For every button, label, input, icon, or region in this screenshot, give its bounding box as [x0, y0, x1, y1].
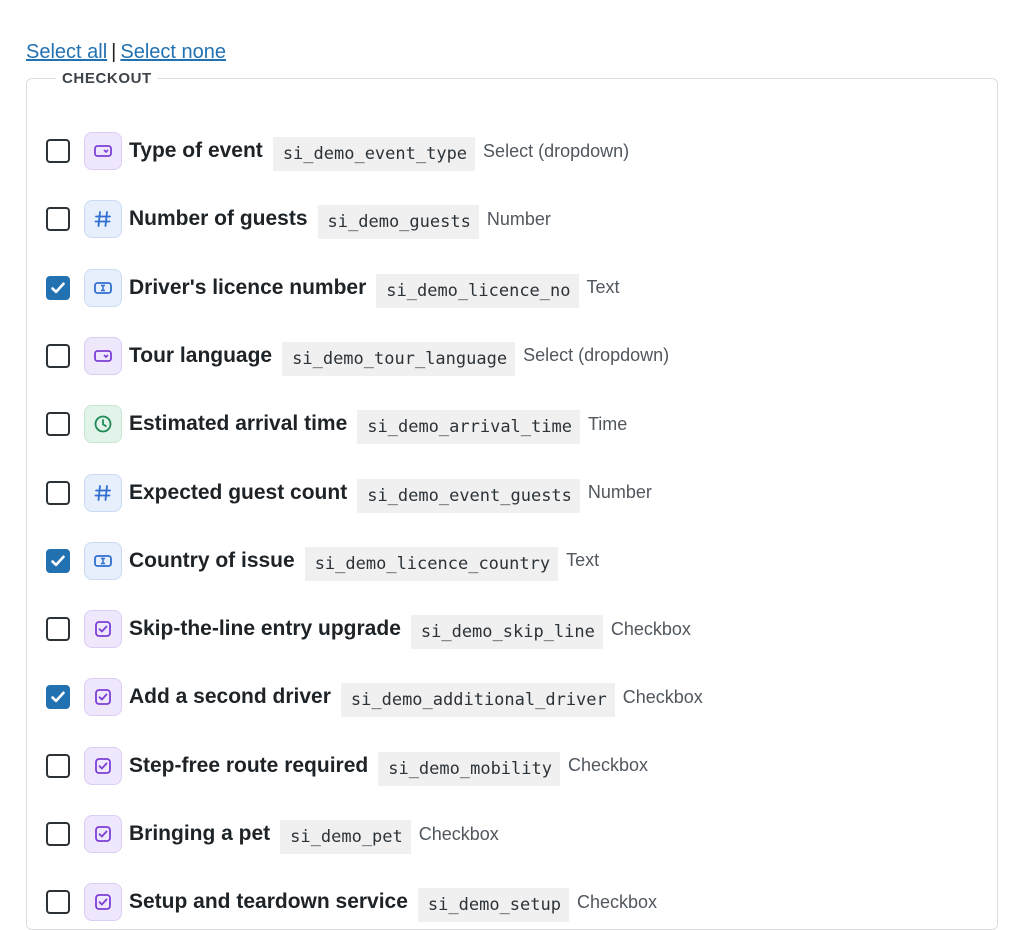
field-row[interactable]: Country of issue si_demo_licence_country T… — [46, 541, 600, 581]
checkout-field-group: CHECKOUT Type of event si_demo_event_type… — [26, 70, 998, 930]
checkmark-icon — [51, 691, 65, 703]
field-row[interactable]: Expected guest count si_demo_event_guests… — [46, 473, 652, 513]
field-key: si_demo_additional_driver — [340, 683, 615, 718]
field-key: si_demo_pet — [280, 820, 411, 854]
link-separator: | — [111, 41, 117, 63]
checkbox-icon — [84, 610, 122, 649]
field-row[interactable]: Driver's licence number si_demo_licence_n… — [46, 268, 620, 308]
field-label: Skip-the-line entry upgrade — [129, 617, 401, 641]
field-row[interactable]: Number of guests si_demo_guests Number — [46, 200, 551, 240]
field-checkbox[interactable] — [46, 822, 70, 846]
clock-icon — [84, 405, 122, 444]
field-checkbox[interactable] — [46, 685, 70, 710]
field-checkbox[interactable] — [46, 480, 70, 505]
field-row[interactable]: Add a second driver si_demo_additional_dr… — [46, 678, 703, 718]
checkmark-icon — [51, 282, 65, 293]
field-type: Checkbox — [622, 686, 703, 707]
field-type: Number — [486, 208, 551, 229]
field-label: Setup and teardown service — [129, 890, 408, 914]
field-key: si_demo_arrival_time — [357, 410, 580, 445]
dropdown-icon — [84, 336, 122, 375]
field-label: Add a second driver — [129, 685, 331, 709]
field-row[interactable]: Skip-the-line entry upgrade si_demo_skip_… — [46, 610, 691, 650]
field-type: Number — [587, 482, 652, 502]
field-label: Step-free route required — [129, 753, 369, 777]
field-label: Expected guest count — [129, 480, 348, 504]
group-legend: CHECKOUT — [62, 70, 152, 87]
field-key: si_demo_tour_language — [282, 341, 516, 376]
field-checkbox[interactable] — [46, 617, 70, 642]
field-row[interactable]: Setup and teardown service si_demo_setup C… — [46, 883, 658, 923]
select-links: Select all | Select none — [26, 40, 226, 64]
field-checkbox[interactable] — [46, 139, 70, 163]
field-type: Text — [566, 550, 600, 571]
checkbox-icon — [84, 678, 122, 717]
field-checkbox[interactable] — [46, 548, 70, 573]
field-key: si_demo_event_type — [272, 137, 476, 171]
text-cursor-icon — [84, 268, 122, 307]
hash-icon — [84, 473, 122, 512]
checkbox-icon — [84, 746, 122, 785]
field-type: Select (dropdown) — [483, 140, 630, 161]
checkbox-icon — [84, 815, 122, 853]
field-row[interactable]: Type of event si_demo_event_type Select (d… — [46, 132, 630, 171]
hash-icon — [84, 200, 122, 239]
field-type: Checkbox — [610, 618, 691, 639]
checkmark-icon — [51, 555, 65, 566]
select-all-link[interactable]: Select all — [26, 41, 107, 63]
text-cursor-icon — [84, 541, 122, 580]
field-label: Type of event — [129, 139, 263, 162]
field-row[interactable]: Estimated arrival time si_demo_arrival_ti… — [46, 405, 628, 445]
field-type: Time — [587, 413, 628, 434]
field-row[interactable]: Tour language si_demo_tour_language Select… — [46, 336, 670, 376]
checkbox-icon — [84, 883, 122, 922]
field-key: si_demo_licence_no — [376, 273, 579, 308]
field-key: si_demo_setup — [417, 888, 569, 923]
dropdown-icon — [84, 132, 122, 170]
field-row[interactable]: Step-free route required si_demo_mobility… — [46, 746, 649, 786]
field-checkbox[interactable] — [46, 890, 70, 915]
field-label: Country of issue — [129, 548, 295, 572]
field-type: Checkbox — [567, 755, 649, 776]
field-label: Bringing a pet — [129, 822, 271, 845]
field-checkbox[interactable] — [46, 343, 70, 368]
field-key: si_demo_licence_country — [304, 546, 559, 581]
field-checkbox[interactable] — [46, 412, 70, 437]
field-checkbox[interactable] — [46, 753, 70, 778]
field-key: si_demo_mobility — [378, 751, 560, 786]
field-label: Driver's licence number — [129, 275, 367, 299]
field-type: Checkbox — [418, 823, 499, 844]
field-label: Tour language — [129, 343, 273, 367]
field-type: Text — [586, 277, 620, 298]
field-label: Number of guests — [129, 207, 308, 231]
field-label: Estimated arrival time — [129, 412, 348, 436]
field-key: si_demo_event_guests — [357, 478, 580, 513]
select-none-link[interactable]: Select none — [120, 41, 226, 63]
field-checkbox[interactable] — [46, 207, 70, 232]
field-key: si_demo_skip_line — [410, 615, 603, 650]
field-checkbox[interactable] — [46, 275, 70, 300]
field-type: Checkbox — [576, 891, 658, 912]
field-type: Select (dropdown) — [523, 345, 670, 366]
field-row[interactable]: Bringing a pet si_demo_pet Checkbox — [46, 815, 499, 854]
field-key: si_demo_guests — [317, 205, 479, 240]
